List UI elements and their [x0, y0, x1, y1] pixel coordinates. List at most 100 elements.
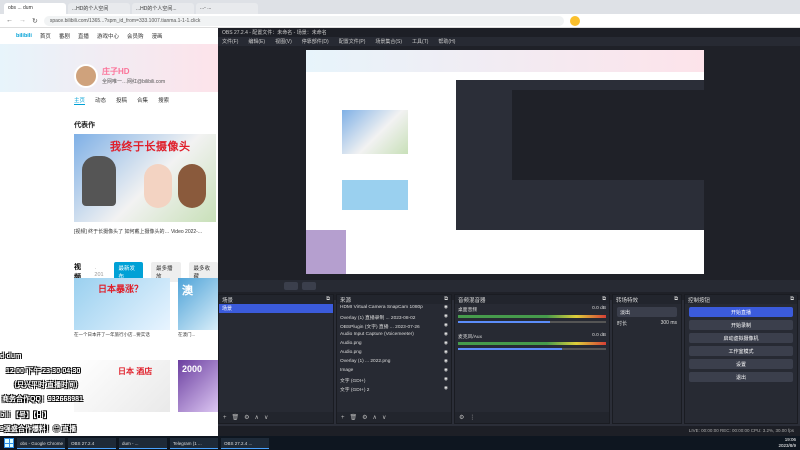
visibility-icon: ◉ [443, 341, 448, 346]
start-recording-button[interactable]: 开始录制 [689, 320, 793, 330]
profile-avatar-icon[interactable] [569, 15, 580, 26]
nav-item[interactable]: 首页 [40, 32, 51, 40]
source-item[interactable]: Overlay (1) 直播录制 ... 2023-08-02 ◉ [337, 313, 451, 322]
video-title[interactable]: 在澳门... [178, 332, 218, 338]
move-up-icon[interactable]: ∧ [255, 414, 259, 421]
nav-item[interactable]: 漫画 [151, 32, 162, 40]
menu-item[interactable]: 视图(V) [275, 38, 292, 45]
lock-icon[interactable] [284, 282, 298, 290]
video-thumbnail[interactable]: 澳 [178, 278, 218, 330]
move-down-icon[interactable]: ∨ [382, 414, 386, 421]
bilibili-logo[interactable]: bilibili [16, 33, 32, 39]
visibility-icon: ◉ [443, 314, 448, 319]
move-up-icon[interactable]: ∧ [373, 414, 377, 421]
source-item[interactable]: Audio Input Capture (Voicemeeter) ◉ [337, 331, 451, 340]
taskbar-item[interactable]: OBS 27.2.4 ... [221, 437, 269, 449]
taskbar-item[interactable]: obs - Google Chrome [17, 437, 65, 449]
source-item[interactable]: OBSPlugin (文字) 直播 ... 2023-07-26 ◉ [337, 322, 451, 331]
nav-item[interactable]: 游戏中心 [97, 32, 119, 40]
scene-item[interactable]: 场景 [219, 304, 333, 313]
featured-title: 代表作 [74, 122, 95, 129]
nav-item[interactable]: 直播 [78, 32, 89, 40]
system-clock[interactable]: 19:06 2023/8/9 [778, 437, 796, 449]
url-input[interactable]: space.bilibili.com/1365...?spm_id_from=3… [43, 15, 564, 26]
browser-tab[interactable]: ...HD的个人空间... [132, 3, 194, 14]
mixer-channel: 麦克风/Aux 0.0 dB [455, 331, 609, 352]
menu-item[interactable]: 工具(T) [412, 38, 428, 45]
add-icon[interactable]: + [341, 415, 345, 421]
exit-button[interactable]: 退出 [689, 372, 793, 382]
user-name[interactable]: 庄子HD [102, 66, 130, 77]
menu-icon[interactable]: ⋮ [469, 414, 475, 421]
filter-icon[interactable]: ⚙ [244, 414, 249, 421]
browser-tab[interactable]: ...- ... [196, 3, 258, 14]
nav-item[interactable]: 番剧 [59, 32, 70, 40]
delete-icon[interactable]: 🗑 [350, 414, 358, 421]
visibility-icon: ◉ [443, 323, 448, 328]
video-title[interactable]: 在一个日本开了一年旅行小店...要实话 [74, 332, 170, 338]
tab-dynamic[interactable]: 动态 [95, 96, 106, 105]
obs-preview[interactable] [218, 46, 800, 300]
visibility-icon: ◉ [443, 332, 448, 337]
dock-header: 转场特效 ⧉ [613, 295, 681, 304]
featured-thumbnail[interactable]: 我终于长摄像头 [74, 134, 216, 222]
browser-tab[interactable]: ...HD的个人空间 [68, 3, 130, 14]
settings-icon[interactable] [302, 282, 316, 290]
menu-item[interactable]: 帮助(H) [438, 38, 455, 45]
source-item[interactable]: 文字 (GDI+) 2 ◉ [337, 385, 451, 394]
menu-item[interactable]: 停靠部件(D) [302, 38, 329, 45]
tab-uploads[interactable]: 投稿 [116, 96, 127, 105]
taskbar-item[interactable]: dum - ... [119, 437, 167, 449]
gear-icon[interactable]: ⚙ [459, 414, 464, 421]
visibility-icon: ◉ [443, 359, 448, 364]
transition-select[interactable]: 淡出 [617, 307, 677, 317]
source-item[interactable]: HDMI Virtual Camera SnapCam 1080p ◉ [337, 304, 451, 313]
back-icon[interactable]: ← [6, 17, 13, 24]
video-thumbnail[interactable]: 日本 酒店 [74, 360, 170, 412]
profile-page: 庄子HD 全网唯一…网红@bilibili.com 主页 动态 投稿 合集 搜索… [0, 44, 218, 436]
add-icon[interactable]: + [223, 415, 227, 421]
video-thumbnail[interactable]: 2000 [178, 360, 218, 412]
source-item[interactable]: Audio.png ◉ [337, 340, 451, 349]
forward-icon[interactable]: → [19, 17, 26, 24]
person-figure [82, 156, 116, 206]
featured-description: [视频] 终于长摄像头了 如何戴上摄像头的… Video 2022-... [74, 229, 202, 235]
studio-mode-button[interactable]: 工作室模式 [689, 346, 793, 356]
taskbar: obs - Google Chrome OBS 27.2.4 dum - ...… [0, 436, 800, 450]
start-streaming-button[interactable]: 开始直播 [689, 307, 793, 317]
tab-search[interactable]: 搜索 [158, 96, 169, 105]
scenes-dock: 场景 ⧉ 场景 + 🗑 ⚙ ∧ ∨ [218, 294, 334, 424]
taskbar-item[interactable]: Telegram (1 ... [170, 437, 218, 449]
virtual-camera-button[interactable]: 启动虚拟摄像机 [689, 333, 793, 343]
menu-item[interactable]: 配置文件(P) [339, 38, 366, 45]
bilibili-nav: bilibili 首页 番剧 直播 游戏中心 会员购 漫画 [0, 28, 220, 44]
video-thumbnail[interactable]: 日本暴涨？ [74, 278, 170, 330]
move-down-icon[interactable]: ∨ [264, 414, 268, 421]
source-item[interactable]: Image ◉ [337, 367, 451, 376]
menu-item[interactable]: 场景集合(S) [375, 38, 402, 45]
overlay-text: 9强盛合作爆料！😊 直播 [0, 426, 77, 433]
tab-home[interactable]: 主页 [74, 96, 86, 105]
source-item[interactable]: Overlay (1) ... 2022.png ◉ [337, 358, 451, 367]
source-item[interactable]: 文字 (GDI+) ◉ [337, 376, 451, 385]
tab-collections[interactable]: 合集 [137, 96, 148, 105]
taskbar-item[interactable]: OBS 27.2.4 [68, 437, 116, 449]
dock-footer: + 🗑 ⚙ ∧ ∨ [337, 412, 451, 423]
settings-button[interactable]: 设置 [689, 359, 793, 369]
volume-slider[interactable] [458, 348, 606, 350]
user-avatar[interactable] [74, 64, 98, 88]
duration-input[interactable]: 300 ms [661, 320, 677, 327]
preview-canvas [306, 50, 704, 274]
gear-icon[interactable]: ⚙ [362, 414, 367, 421]
address-bar: ← → ↻ space.bilibili.com/1365...?spm_id_… [0, 14, 800, 28]
menu-item[interactable]: 编辑(E) [248, 38, 265, 45]
browser-tab[interactable]: obs ... dum [4, 3, 66, 14]
nav-item[interactable]: 会员购 [127, 32, 144, 40]
start-icon[interactable] [4, 438, 14, 448]
profile-tabs: 主页 动态 投稿 合集 搜索 [74, 96, 169, 105]
menu-item[interactable]: 文件(F) [222, 38, 238, 45]
source-item[interactable]: Audio.png ◉ [337, 349, 451, 358]
delete-icon[interactable]: 🗑 [232, 414, 240, 421]
volume-slider[interactable] [458, 321, 606, 323]
reload-icon[interactable]: ↻ [32, 17, 38, 25]
